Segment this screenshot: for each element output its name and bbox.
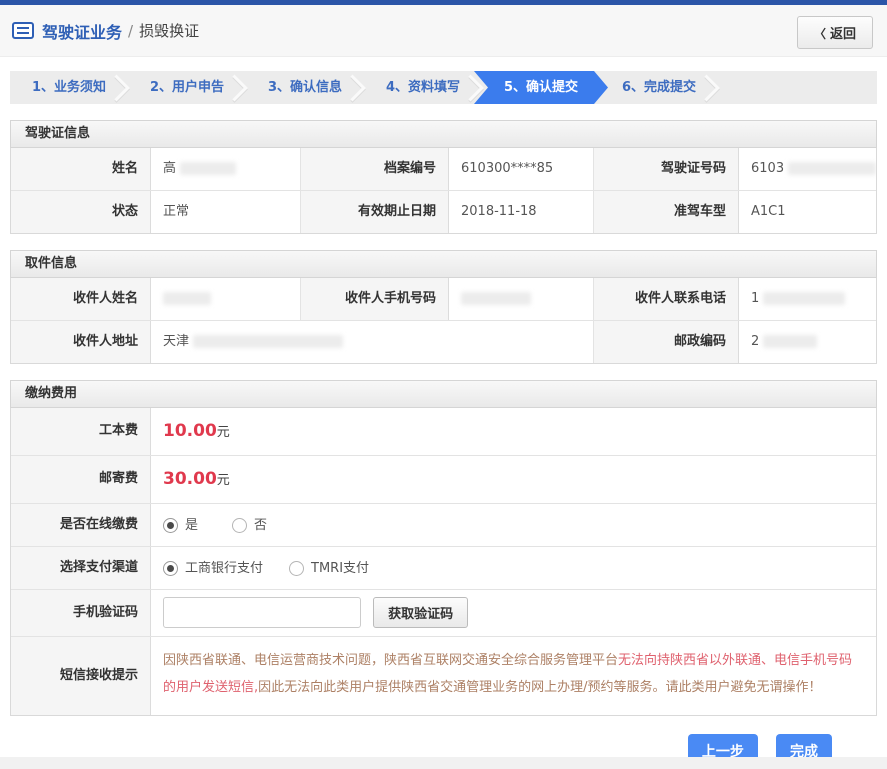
step-4-fill-data[interactable]: 4、资料填写 — [364, 71, 482, 104]
recipient-name-label: 收件人姓名 — [11, 278, 151, 320]
back-button-label: 返回 — [829, 26, 856, 41]
radio-checked-icon[interactable] — [163, 560, 178, 576]
online-pay-options: 是 否 — [151, 504, 876, 546]
file-no-value: 610300****85 — [449, 148, 594, 190]
vehicle-class-label: 准驾车型 — [594, 191, 739, 233]
production-fee-value: 10.00元 — [151, 408, 876, 455]
name-label: 姓名 — [11, 148, 151, 190]
page-bottom-strip — [0, 757, 887, 769]
pickup-info-section: 取件信息 收件人姓名 收件人手机号码 收件人联系电话 1 收件人地址 天津 邮政… — [10, 250, 877, 364]
redacted-block — [788, 162, 876, 175]
pay-channel-options: 工商银行支付 TMRI支付 — [151, 547, 876, 589]
sms-captcha-row: 手机验证码 获取验证码 — [11, 589, 876, 636]
recipient-mobile-label: 收件人手机号码 — [301, 278, 449, 320]
payment-table: 工本费 10.00元 邮寄费 30.00元 是否在线缴费 是 否 选择支付渠道 … — [10, 408, 877, 716]
captcha-input[interactable] — [163, 597, 361, 628]
redacted-block — [763, 292, 846, 305]
step-2-declaration[interactable]: 2、用户申告 — [128, 71, 246, 104]
channel-option-tmri[interactable]: TMRI支付 — [289, 548, 369, 589]
page-title: 驾驶证业务 — [42, 22, 123, 42]
radio-label: 是 — [185, 517, 199, 533]
recipient-phone-label: 收件人联系电话 — [594, 278, 739, 320]
redacted-block — [461, 292, 531, 305]
table-row: 收件人地址 天津 邮政编码 2 — [11, 320, 876, 363]
online-pay-row: 是否在线缴费 是 否 — [11, 503, 876, 546]
step-wizard: 1、业务须知 2、用户申告 3、确认信息 4、资料填写 5、确认提交 6、完成提… — [10, 71, 877, 104]
file-no-label: 档案编号 — [301, 148, 449, 190]
redacted-block — [163, 292, 211, 305]
page-header: 驾驶证业务 / 损毁换证 〈返回 — [0, 5, 887, 57]
breadcrumb-separator: / — [128, 21, 134, 40]
form-list-icon — [12, 22, 34, 39]
name-value: 高 — [151, 148, 301, 190]
step-6-complete[interactable]: 6、完成提交 — [600, 71, 718, 104]
online-pay-option-no[interactable]: 否 — [232, 505, 267, 546]
license-section-title: 驾驶证信息 — [10, 120, 877, 148]
recipient-name-value — [151, 278, 301, 320]
license-info-section: 驾驶证信息 姓名 高 档案编号 610300****85 驾驶证号码 6103 … — [10, 120, 877, 234]
online-pay-option-yes[interactable]: 是 — [163, 505, 198, 546]
license-no-value: 6103 — [739, 148, 876, 190]
expiry-value: 2018-11-18 — [449, 191, 594, 233]
postage-fee-label: 邮寄费 — [11, 456, 151, 503]
step-5-confirm-submit[interactable]: 5、确认提交 — [474, 71, 608, 104]
sms-notice-row: 短信接收提示 因陕西省联通、电信运营商技术问题，陕西省互联网交通安全综合服务管理… — [11, 636, 876, 715]
radio-checked-icon[interactable] — [163, 517, 178, 533]
status-value: 正常 — [151, 191, 301, 233]
pay-channel-label: 选择支付渠道 — [11, 547, 151, 589]
radio-unchecked-icon[interactable] — [289, 560, 305, 576]
recipient-address-value: 天津 — [151, 321, 594, 363]
recipient-address-label: 收件人地址 — [11, 321, 151, 363]
postal-code-label: 邮政编码 — [594, 321, 739, 363]
redacted-block — [763, 335, 818, 348]
breadcrumb-current: 损毁换证 — [139, 22, 200, 40]
redacted-block — [180, 162, 237, 175]
notice-segment: 因此无法向此类用户提供陕西省交通管理业务的网上办理/预约等服务。请此类用户避免无… — [258, 680, 822, 695]
step-1-notice[interactable]: 1、业务须知 — [10, 71, 128, 104]
payment-section: 缴纳费用 工本费 10.00元 邮寄费 30.00元 是否在线缴费 是 否 选择… — [10, 380, 877, 716]
postal-code-value: 2 — [739, 321, 876, 363]
expiry-label: 有效期止日期 — [301, 191, 449, 233]
chevron-left-icon: 〈 — [813, 27, 826, 41]
recipient-mobile-value — [449, 278, 594, 320]
fee-unit: 元 — [216, 425, 230, 440]
license-no-label: 驾驶证号码 — [594, 148, 739, 190]
radio-label: TMRI支付 — [311, 560, 370, 576]
channel-option-icbc[interactable]: 工商银行支付 — [163, 548, 263, 589]
vehicle-class-value: A1C1 — [739, 191, 876, 233]
production-fee-row: 工本费 10.00元 — [11, 408, 876, 455]
table-row: 收件人姓名 收件人手机号码 收件人联系电话 1 — [11, 278, 876, 320]
fee-unit: 元 — [216, 473, 230, 488]
sms-captcha-label: 手机验证码 — [11, 590, 151, 636]
step-bar-filler — [718, 71, 877, 104]
radio-label: 工商银行支付 — [185, 560, 264, 576]
production-fee-label: 工本费 — [11, 408, 151, 455]
fee-amount: 10.00 — [163, 421, 217, 441]
sms-notice-label: 短信接收提示 — [11, 637, 151, 715]
radio-unchecked-icon[interactable] — [232, 517, 248, 533]
redacted-block — [193, 335, 344, 348]
payment-section-title: 缴纳费用 — [10, 380, 877, 408]
fee-amount: 30.00 — [163, 469, 217, 489]
table-row: 状态 正常 有效期止日期 2018-11-18 准驾车型 A1C1 — [11, 190, 876, 233]
sms-captcha-field: 获取验证码 — [151, 590, 876, 636]
step-3-confirm-info[interactable]: 3、确认信息 — [246, 71, 364, 104]
sms-notice-text: 因陕西省联通、电信运营商技术问题，陕西省互联网交通安全综合服务管理平台无法向持陕… — [151, 637, 876, 715]
table-row: 姓名 高 档案编号 610300****85 驾驶证号码 6103 — [11, 148, 876, 190]
license-table: 姓名 高 档案编号 610300****85 驾驶证号码 6103 状态 正常 … — [10, 148, 877, 234]
back-button[interactable]: 〈返回 — [796, 16, 873, 49]
pickup-table: 收件人姓名 收件人手机号码 收件人联系电话 1 收件人地址 天津 邮政编码 2 — [10, 278, 877, 364]
status-label: 状态 — [11, 191, 151, 233]
pickup-section-title: 取件信息 — [10, 250, 877, 278]
get-code-button[interactable]: 获取验证码 — [373, 597, 469, 628]
notice-segment: 因陕西省联通、电信运营商技术问题，陕西省互联网交通安全综合服务管理平台 — [163, 653, 619, 668]
online-pay-label: 是否在线缴费 — [11, 504, 151, 546]
postage-fee-value: 30.00元 — [151, 456, 876, 503]
pay-channel-row: 选择支付渠道 工商银行支付 TMRI支付 — [11, 546, 876, 589]
recipient-phone-value: 1 — [739, 278, 876, 320]
postage-fee-row: 邮寄费 30.00元 — [11, 455, 876, 503]
radio-label: 否 — [254, 517, 268, 533]
